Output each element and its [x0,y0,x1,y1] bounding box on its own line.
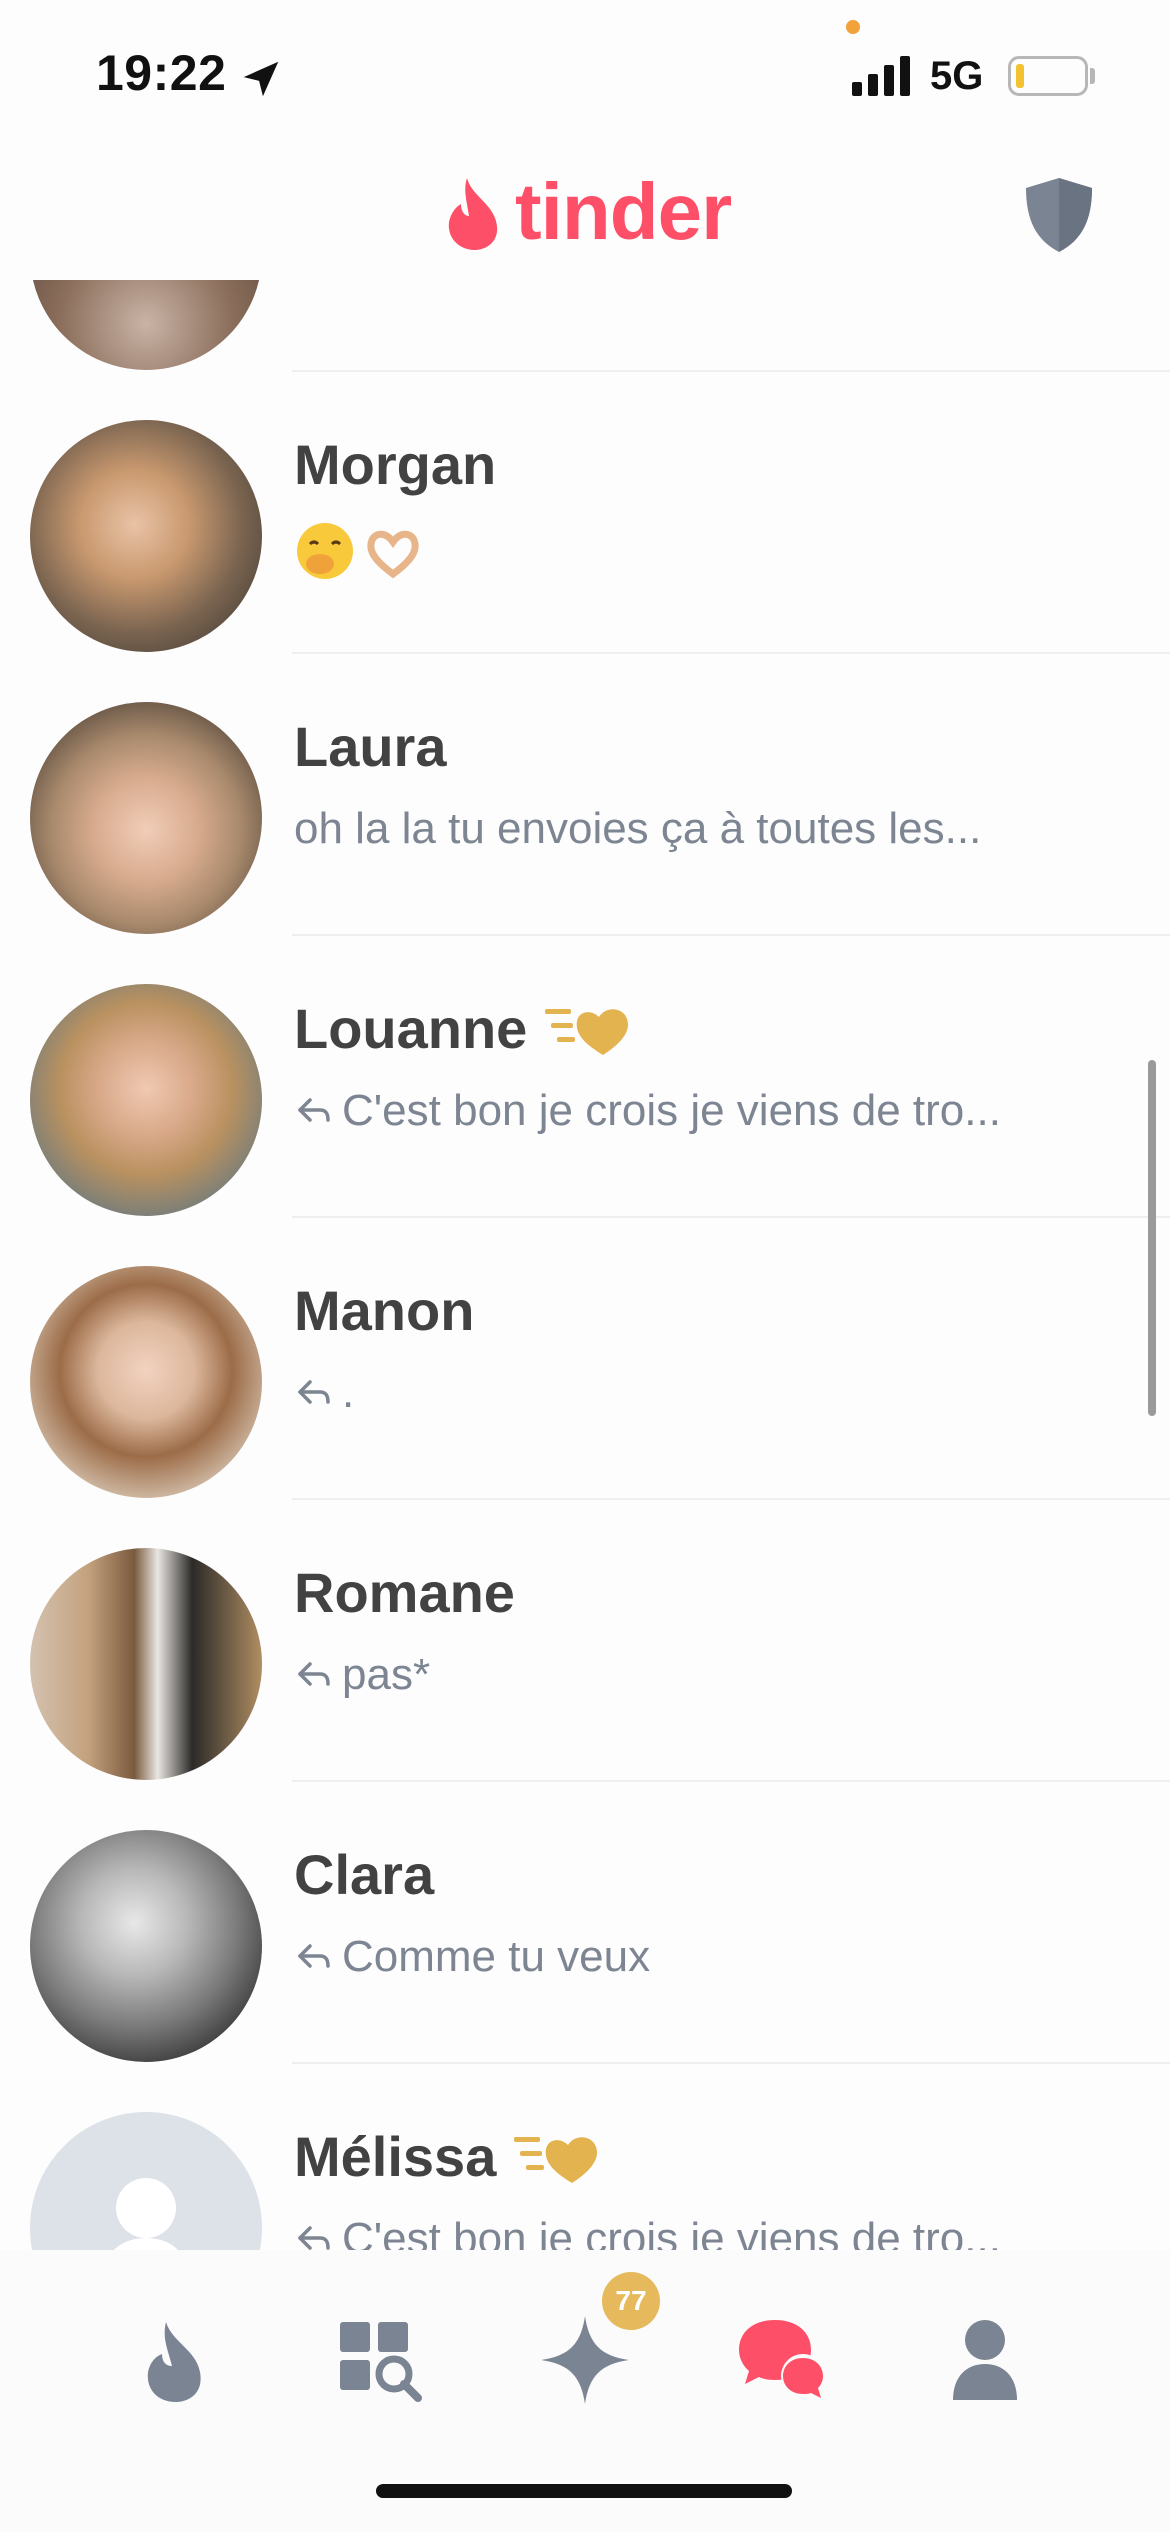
match-name: Clara [294,1843,435,1906]
explore-grid-icon [340,2322,422,2402]
avatar [30,1266,262,1498]
battery-icon [1008,56,1088,96]
avatar [30,2112,262,2250]
message-text: oh la la tu envoies ça à toutes les... [294,804,982,853]
chat-bubbles-icon [739,2320,825,2398]
person-icon [953,2320,1017,2400]
message-text: C'est bon je crois je viens de tro... [342,2214,1001,2250]
last-message: pas* [294,1650,430,1700]
avatar [30,420,262,652]
cellular-signal-icon [852,56,910,96]
match-name: Laura [294,715,447,778]
message-text: pas* [342,1650,431,1699]
status-time: 19:22 [96,45,227,101]
message-text: . [342,1368,355,1417]
super-like-heart-badge-icon [514,2136,598,2183]
safety-shield-icon[interactable] [1022,176,1096,254]
network-type: 5G [930,54,984,98]
heart-hands-emoji-icon [367,530,419,579]
name-line: Louanne [294,996,635,1061]
match-row[interactable]: Louanne C'est bon je crois je viens de t… [0,936,1170,1218]
match-row[interactable]: Laura oh la la tu envoies ça à toutes le… [0,654,1170,936]
avatar [30,1830,262,2062]
scrollbar[interactable] [1148,1060,1156,1416]
match-name: Mélissa [294,2125,497,2188]
match-row[interactable]: Clara Comme tu veux [0,1782,1170,2064]
home-indicator[interactable] [376,2484,792,2498]
reply-arrow-icon [298,1380,330,1404]
name-line: Mélissa [294,2124,604,2189]
tab-discover[interactable] [126,2310,226,2410]
match-name: Morgan [294,433,497,496]
last-message: oh la la tu envoies ça à toutes les... [294,804,981,854]
match-list[interactable]: Morgan Laura oh la la tu envoies ça à to… [0,280,1170,2250]
message-emoji [294,520,424,582]
match-name: Romane [294,1561,515,1624]
name-line: Clara [294,1842,434,1907]
name-line: Laura [294,714,447,779]
privacy-indicator-dot [846,20,860,34]
logo-text: tinder [515,167,732,256]
hand-over-mouth-emoji-icon [297,523,353,579]
name-line: Manon [294,1278,474,1343]
match-name: Manon [294,1279,475,1342]
name-line: Romane [294,1560,515,1625]
last-message: . [294,1368,354,1418]
reply-arrow-icon [298,1098,330,1122]
avatar [30,984,262,1216]
avatar [30,702,262,934]
default-avatar-icon [114,2178,178,2250]
last-message: C'est bon je crois je viens de tro... [294,1086,1001,1136]
reply-arrow-icon [298,2226,330,2250]
message-text: Comme tu veux [342,1932,651,1981]
reply-arrow-icon [298,1944,330,1968]
likes-count-badge: 77 [602,2272,660,2330]
last-message: Comme tu veux [294,1932,650,1982]
tinder-logo: tinder [445,167,732,256]
tab-explore[interactable] [330,2310,430,2410]
match-row[interactable]: Manon . [0,1218,1170,1500]
match-row[interactable]: Mélissa C'est bon je crois je viens de t… [0,2064,1170,2250]
flame-icon [147,2322,201,2402]
avatar [30,1548,262,1780]
location-arrow-icon [243,61,279,97]
tab-profile[interactable] [935,2310,1035,2410]
avatar [30,280,262,370]
match-row[interactable] [0,280,1170,372]
reply-arrow-icon [298,1662,330,1686]
match-name: Louanne [294,997,528,1060]
super-like-heart-badge-icon [545,1008,629,1055]
match-row[interactable]: Romane pas* [0,1500,1170,1782]
name-line: Morgan [294,432,496,497]
flame-logo-icon [448,178,498,250]
match-row[interactable]: Morgan [0,372,1170,654]
message-text: C'est bon je crois je viens de tro... [342,1086,1001,1135]
tab-messages[interactable] [735,2310,835,2410]
battery-cap [1090,68,1095,84]
app-header: tinder [0,150,1170,280]
last-message: C'est bon je crois je viens de tro... [294,2214,1001,2250]
status-bar: 19:22 5G [0,0,1170,150]
